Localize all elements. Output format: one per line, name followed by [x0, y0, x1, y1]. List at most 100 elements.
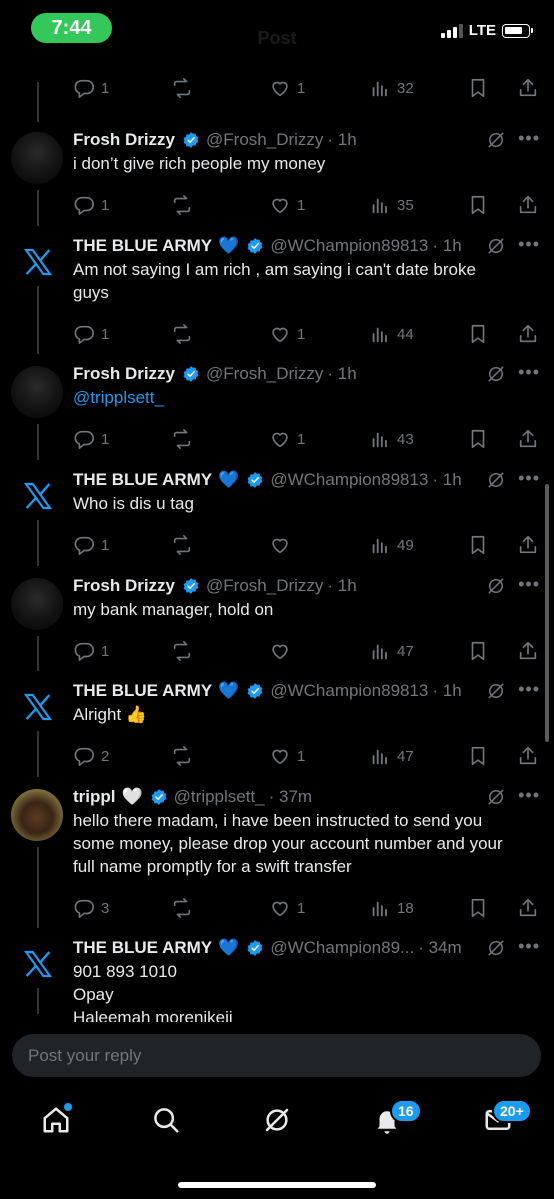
share-button[interactable] — [517, 322, 539, 346]
post-item[interactable]: THE BLUE ARMY 💙 @WChampion89813 · 1h ••• Alri… — [0, 679, 554, 779]
like-button[interactable]: 1 — [269, 744, 305, 768]
handle[interactable]: @Frosh_Drizzy — [206, 364, 323, 384]
grok-icon[interactable] — [486, 470, 506, 490]
avatar[interactable] — [11, 132, 63, 184]
tab-home[interactable] — [26, 1090, 86, 1150]
display-name[interactable]: THE BLUE ARMY — [73, 236, 212, 256]
handle[interactable]: @tripplsett_ — [174, 787, 265, 807]
share-button[interactable] — [517, 193, 539, 217]
views-button[interactable]: 44 — [369, 322, 414, 346]
avatar[interactable] — [11, 578, 63, 630]
bookmark-button[interactable] — [467, 76, 489, 100]
post-item[interactable]: THE BLUE ARMY 💙 @WChampion89... · 34m ••• 901… — [0, 936, 554, 1022]
views-button[interactable]: 43 — [369, 427, 414, 451]
views-button[interactable]: 32 — [369, 76, 414, 100]
views-button[interactable]: 49 — [369, 533, 414, 557]
reply-button[interactable]: 3 — [73, 896, 109, 920]
reply-button[interactable]: 2 — [73, 744, 109, 768]
handle[interactable]: @WChampion89813 — [270, 681, 428, 701]
display-name[interactable]: Frosh Drizzy — [73, 364, 175, 384]
display-name[interactable]: trippl — [73, 787, 116, 807]
post-item[interactable]: Frosh Drizzy @Frosh_Drizzy · 1h ••• my bank … — [0, 574, 554, 674]
views-button[interactable]: 47 — [369, 744, 414, 768]
bookmark-button[interactable] — [467, 322, 489, 346]
views-button[interactable]: 18 — [369, 896, 414, 920]
share-button[interactable] — [517, 427, 539, 451]
repost-button[interactable] — [171, 193, 199, 217]
grok-icon[interactable] — [486, 236, 506, 256]
like-button[interactable]: 1 — [269, 76, 305, 100]
more-options-icon[interactable]: ••• — [518, 679, 540, 699]
reply-button[interactable]: 1 — [73, 427, 109, 451]
repost-button[interactable] — [171, 427, 199, 451]
bookmark-button[interactable] — [467, 193, 489, 217]
like-button[interactable]: 1 — [269, 896, 305, 920]
share-button[interactable] — [517, 76, 539, 100]
more-options-icon[interactable]: ••• — [518, 468, 540, 488]
like-button[interactable] — [269, 639, 297, 663]
display-name[interactable]: Frosh Drizzy — [73, 576, 175, 596]
reply-button[interactable]: 1 — [73, 322, 109, 346]
share-button[interactable] — [517, 744, 539, 768]
display-name[interactable]: Frosh Drizzy — [73, 130, 175, 150]
more-options-icon[interactable]: ••• — [518, 574, 540, 594]
bookmark-button[interactable] — [467, 639, 489, 663]
display-name[interactable]: THE BLUE ARMY — [73, 938, 212, 958]
reply-button[interactable]: 1 — [73, 193, 109, 217]
grok-icon[interactable] — [486, 130, 506, 150]
grok-icon[interactable] — [486, 681, 506, 701]
post-item[interactable]: Frosh Drizzy @Frosh_Drizzy · 1h ••• @trippls… — [0, 362, 554, 462]
repost-button[interactable] — [171, 744, 199, 768]
bookmark-button[interactable] — [467, 427, 489, 451]
more-options-icon[interactable]: ••• — [518, 785, 540, 805]
avatar[interactable] — [11, 366, 63, 418]
handle[interactable]: @WChampion89813 — [270, 470, 428, 490]
avatar[interactable] — [11, 789, 63, 841]
repost-button[interactable] — [171, 639, 199, 663]
reply-button[interactable]: 1 — [73, 533, 109, 557]
handle[interactable]: @WChampion89813 — [270, 236, 428, 256]
handle[interactable]: @Frosh_Drizzy — [206, 576, 323, 596]
reply-input[interactable] — [12, 1034, 541, 1077]
grok-icon[interactable] — [486, 576, 506, 596]
more-options-icon[interactable]: ••• — [518, 362, 540, 382]
post-item[interactable]: Frosh Drizzy @Frosh_Drizzy · 1h ••• i don’t … — [0, 128, 554, 228]
repost-button[interactable] — [171, 76, 199, 100]
display-name[interactable]: THE BLUE ARMY — [73, 470, 212, 490]
tab-notifications[interactable]: 16 — [357, 1090, 422, 1150]
avatar[interactable] — [22, 948, 54, 980]
repost-button[interactable] — [171, 896, 199, 920]
tab-grok[interactable] — [247, 1090, 307, 1150]
repost-button[interactable] — [171, 533, 199, 557]
bookmark-button[interactable] — [467, 533, 489, 557]
grok-icon[interactable] — [486, 787, 506, 807]
more-options-icon[interactable]: ••• — [518, 936, 540, 956]
views-button[interactable]: 35 — [369, 193, 414, 217]
more-options-icon[interactable]: ••• — [518, 234, 540, 254]
post-item[interactable]: trippl 🤍 @tripplsett_ · 37m ••• hello there m… — [0, 785, 554, 918]
avatar[interactable] — [22, 246, 54, 278]
post-item[interactable]: THE BLUE ARMY 💙 @WChampion89813 · 1h ••• Who … — [0, 468, 554, 568]
bookmark-button[interactable] — [467, 744, 489, 768]
reply-button[interactable]: 1 — [73, 639, 109, 663]
display-name[interactable]: THE BLUE ARMY — [73, 681, 212, 701]
avatar[interactable] — [22, 480, 54, 512]
grok-icon[interactable] — [486, 938, 506, 958]
grok-icon[interactable] — [486, 364, 506, 384]
views-button[interactable]: 47 — [369, 639, 414, 663]
tab-search[interactable] — [136, 1090, 196, 1150]
like-button[interactable]: 1 — [269, 427, 305, 451]
like-button[interactable] — [269, 533, 297, 557]
share-button[interactable] — [517, 533, 539, 557]
like-button[interactable]: 1 — [269, 193, 305, 217]
avatar[interactable] — [22, 691, 54, 723]
more-options-icon[interactable]: ••• — [518, 128, 540, 148]
post-item[interactable]: THE BLUE ARMY 💙 @WChampion89813 · 1h ••• Am n… — [0, 234, 554, 344]
bookmark-button[interactable] — [467, 896, 489, 920]
share-button[interactable] — [517, 896, 539, 920]
post-text-line[interactable]: @tripplsett_ — [73, 386, 534, 409]
reply-composer[interactable] — [12, 1034, 541, 1077]
reply-button[interactable]: 1 — [73, 76, 109, 100]
handle[interactable]: @WChampion89... — [270, 938, 414, 958]
scrollbar[interactable] — [545, 484, 549, 742]
